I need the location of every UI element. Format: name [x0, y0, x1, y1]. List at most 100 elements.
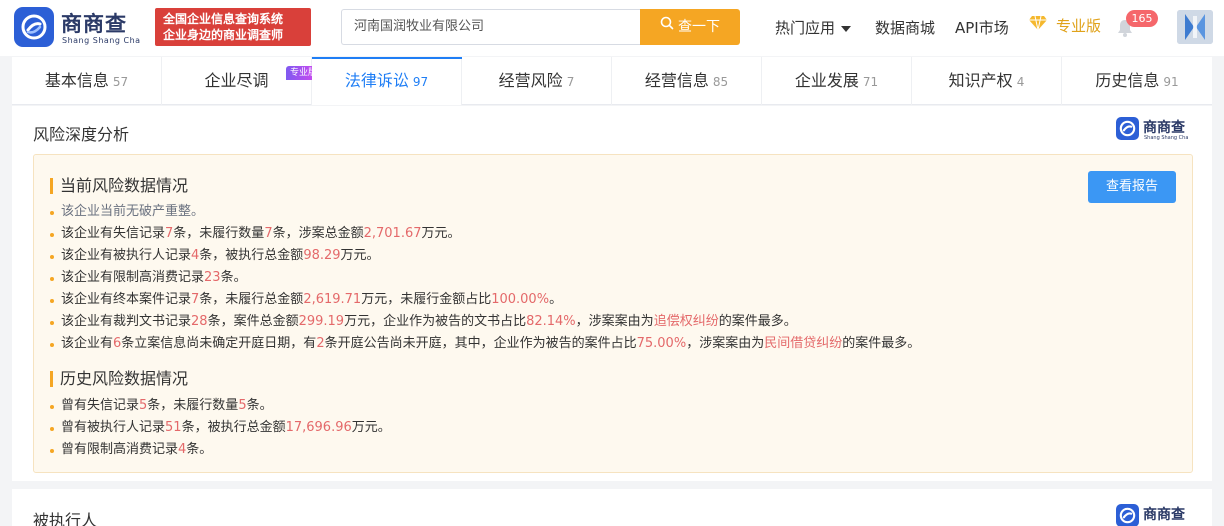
nav-hot-apps-label: 热门应用: [775, 19, 836, 37]
risk-item: 该企业有限制高消费记录23条。: [50, 267, 920, 289]
risk-text: 万元。: [340, 248, 380, 263]
pro-version-label: 专业版: [1056, 17, 1102, 35]
risk-text: 条，涉案总金额: [272, 226, 364, 241]
risk-text: 万元。: [421, 226, 461, 241]
slogan-banner: 全国企业信息查询系统 企业身边的商业调查师: [155, 8, 311, 46]
search-button[interactable]: 查一下: [640, 9, 740, 45]
tab-count: 7: [566, 75, 575, 89]
risk-item: 该企业有裁判文书记录28条，案件总金额299.19万元，企业作为被告的文书占比8…: [50, 311, 920, 333]
risk-text: 条，被执行总金额: [199, 248, 304, 263]
slogan-line-1: 全国企业信息查询系统: [163, 12, 284, 26]
risk-text: 该企业有被执行人记录: [61, 248, 192, 263]
chevron-down-icon: [841, 25, 852, 32]
risk-text: 条。: [220, 270, 247, 285]
risk-text: 条开庭公告尚未开庭，其中，企业作为被告的案件占比: [324, 336, 637, 351]
risk-item: 曾有失信记录5条，未履行数量5条。: [50, 395, 391, 417]
site-logo[interactable]: 商商查 Shang Shang Cha: [14, 7, 144, 47]
nav-hot-apps[interactable]: 热门应用: [775, 17, 852, 38]
risk-text: 该企业有限制高消费记录: [61, 270, 205, 285]
diamond-icon: [1028, 15, 1048, 35]
tab-count: 71: [862, 75, 879, 89]
risk-value: 7: [264, 226, 273, 241]
risk-text: 的案件最多。: [718, 314, 797, 329]
search-icon: [660, 8, 674, 44]
risk-summary-box: 当前风险数据情况 查看报告 该企业当前无破产重整。 该企业有失信记录7条，未履行数…: [33, 154, 1193, 473]
risk-text: ，涉案案由为: [575, 314, 654, 329]
tab-company-development[interactable]: 企业发展 71: [762, 57, 912, 105]
search-button-label: 查一下: [678, 19, 720, 35]
risk-text: 该企业有: [61, 336, 114, 351]
watermark-logo: 商商查 Shang Shang Cha: [1116, 117, 1192, 143]
nav-data-mall[interactable]: 数据商城: [875, 17, 935, 38]
risk-text: 条，被执行总金额: [181, 420, 286, 435]
risk-item: 该企业有失信记录7条，未履行数量7条，涉案总金额2,701.67万元。: [50, 223, 920, 245]
logo-icon: [14, 7, 54, 47]
risk-text: 万元。: [351, 420, 391, 435]
risk-value: 23: [204, 270, 221, 285]
tab-basic-info[interactable]: 基本信息 57: [12, 57, 162, 105]
tab-label: 基本信息: [44, 71, 109, 90]
nav-api-market[interactable]: API市场: [955, 17, 1009, 38]
tab-operating-risk[interactable]: 经营风险 7: [462, 57, 612, 105]
risk-text: 。: [549, 292, 563, 307]
tab-label: 经营信息: [644, 71, 709, 90]
risk-value: 75.00%: [636, 336, 687, 351]
tab-label: 法律诉讼: [344, 71, 409, 90]
tab-intellectual-property[interactable]: 知识产权 4: [912, 57, 1062, 105]
risk-text: 条，未履行总金额: [199, 292, 304, 307]
risk-text: 万元，未履行金额占比: [361, 292, 492, 307]
executed-person-panel: 被执行人 商商查: [12, 489, 1212, 526]
risk-text: 条立案信息尚未确定开庭日期，有: [121, 336, 317, 351]
risk-value: 2,701.67: [363, 226, 422, 241]
tab-count: 97: [412, 75, 429, 89]
risk-value: 28: [191, 314, 208, 329]
top-header: 商商查 Shang Shang Cha 全国企业信息查询系统 企业身边的商业调查…: [0, 0, 1224, 56]
risk-text: 条，未履行数量: [147, 398, 239, 413]
pro-version-link[interactable]: 专业版: [1028, 15, 1101, 36]
tab-history-info[interactable]: 历史信息 91: [1062, 57, 1212, 105]
risk-text: 该企业有失信记录: [61, 226, 166, 241]
risk-item: 曾有被执行人记录51条，被执行总金额17,696.96万元。: [50, 417, 391, 439]
risk-text: 条，案件总金额: [207, 314, 299, 329]
risk-value: 51: [165, 420, 182, 435]
risk-text: 曾有被执行人记录: [61, 420, 166, 435]
section-title: 风险深度分析: [33, 125, 130, 144]
tab-operating-info[interactable]: 经营信息 85: [612, 57, 762, 105]
watermark-logo-text: 商商查: [1143, 507, 1185, 523]
history-risk-title: 历史风险数据情况: [50, 370, 188, 388]
tab-label: 企业尽调: [204, 71, 269, 90]
notification-badge: 165: [1126, 10, 1158, 27]
risk-item: 该企业有被执行人记录4条，被执行总金额98.29万元。: [50, 245, 920, 267]
tab-count: 57: [112, 75, 129, 89]
tab-label: 知识产权: [948, 71, 1013, 90]
slogan-line-2: 企业身边的商业调查师: [163, 28, 284, 42]
watermark-logo-pinyin: Shang Shang Cha: [1144, 135, 1189, 141]
risk-analysis-panel: 风险深度分析 商商查 Shang Shang Cha 当前风险数据情况 查看报告…: [12, 106, 1212, 481]
tab-due-diligence[interactable]: 企业尽调 专业版: [162, 57, 322, 105]
risk-item: 曾有限制高消费记录4条。: [50, 439, 391, 461]
risk-text: ，涉案案由为: [686, 336, 765, 351]
risk-value: 299.19: [298, 314, 345, 329]
company-tabs: 基本信息 57 企业尽调 专业版 法律诉讼 97 经营风险 7 经营信息 85 企业发展…: [12, 57, 1212, 105]
risk-value: 追偿权纠纷: [653, 314, 719, 329]
risk-value: 17,696.96: [285, 420, 352, 435]
tab-count: 91: [1163, 75, 1179, 89]
risk-text: 该企业有终本案件记录: [61, 292, 192, 307]
watermark-logo-text: 商商查: [1143, 120, 1185, 136]
risk-value: 民间借贷纠纷: [764, 336, 843, 351]
risk-item: 该企业当前无破产重整。: [50, 201, 920, 223]
risk-text: 该企业有裁判文书记录: [61, 314, 192, 329]
avatar[interactable]: [1177, 10, 1213, 44]
risk-text: 该企业当前无破产重整。: [61, 204, 205, 219]
risk-text: 曾有失信记录: [61, 398, 140, 413]
view-report-button[interactable]: 查看报告: [1088, 171, 1176, 203]
current-risk-title: 当前风险数据情况: [50, 177, 188, 195]
tab-label: 企业发展: [794, 71, 859, 90]
tab-legal-proceedings[interactable]: 法律诉讼 97: [312, 57, 462, 105]
tab-count: 4: [1016, 75, 1025, 89]
risk-value: 100.00%: [491, 292, 550, 307]
tab-label: 历史信息: [1095, 71, 1160, 90]
section-title: 被执行人: [33, 511, 98, 526]
risk-text: 条，未履行数量: [173, 226, 265, 241]
search-input[interactable]: 河南国润牧业有限公司: [341, 9, 640, 45]
